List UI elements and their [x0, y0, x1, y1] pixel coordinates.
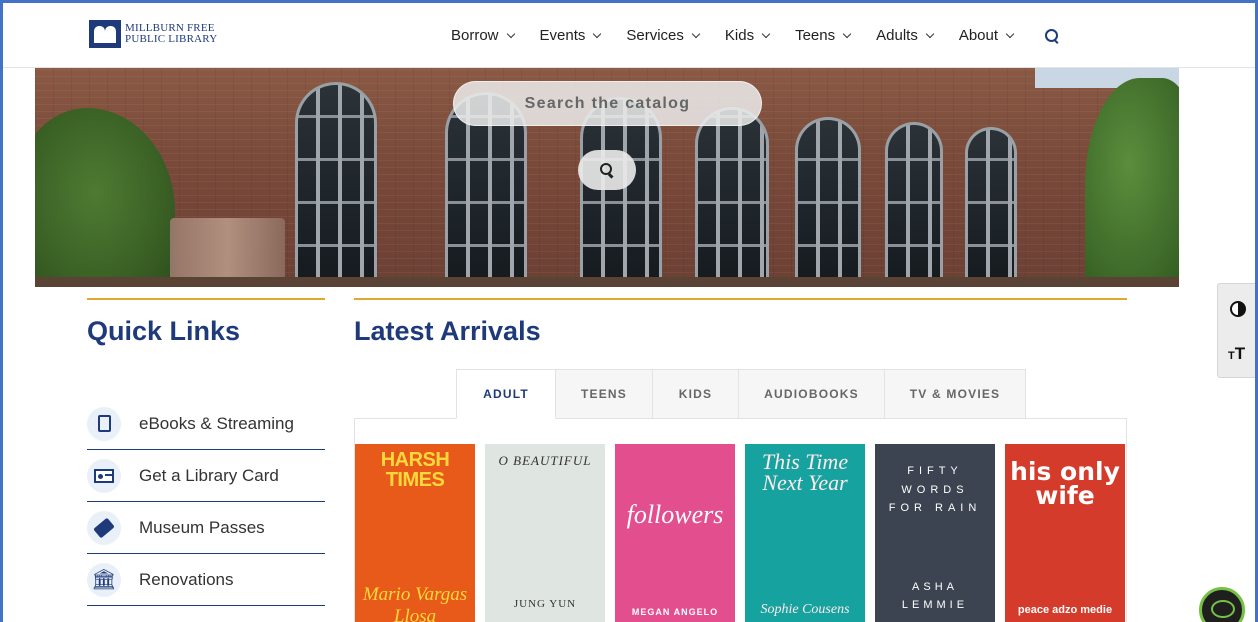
- chevron-down-icon: [691, 29, 701, 38]
- contrast-icon[interactable]: [1230, 301, 1246, 317]
- nav-adults[interactable]: Adults: [876, 27, 935, 44]
- book-cover[interactable]: This Time Next Year Sophie Cousens: [745, 444, 865, 622]
- arched-window: [295, 82, 377, 287]
- nav-borrow[interactable]: Borrow: [451, 27, 515, 44]
- main-nav: Borrow Events Services Kids Teens Adults…: [451, 27, 1059, 44]
- book-title: O BEAUTIFUL: [498, 453, 592, 468]
- nav-about-label: About: [958, 27, 999, 44]
- book-cover[interactable]: followers MEGAN ANGELO: [615, 444, 735, 622]
- text-size-icon[interactable]: TT: [1228, 344, 1245, 364]
- chevron-down-icon: [925, 29, 935, 38]
- logo-line-2: PUBLIC LIBRARY: [125, 33, 218, 45]
- nav-events-label: Events: [539, 27, 586, 44]
- logo-text: MILLBURN FREE PUBLIC LIBRARY: [125, 23, 217, 45]
- book-title: followers: [626, 500, 724, 529]
- quick-link-label: Museum Passes: [139, 517, 265, 537]
- book-cover[interactable]: HARSH TIMES Mario Vargas Llosa: [355, 444, 475, 622]
- book-author: JUNG YUN: [513, 598, 577, 610]
- library-logo[interactable]: MILLBURN FREE PUBLIC LIBRARY: [89, 20, 217, 48]
- nav-services-label: Services: [626, 27, 684, 44]
- nav-borrow-label: Borrow: [451, 27, 499, 44]
- quick-link-label: Get a Library Card: [139, 465, 279, 485]
- book-author: Sophie Cousens: [760, 602, 850, 617]
- book-cover[interactable]: his only wife peace adzo medie: [1005, 444, 1125, 622]
- library-card-icon: [87, 458, 121, 493]
- quick-link-renovations[interactable]: 🏛 Renovations: [87, 554, 325, 606]
- search-icon: [600, 163, 614, 177]
- book-title: This Time Next Year: [761, 449, 849, 495]
- nav-events[interactable]: Events: [539, 27, 602, 44]
- catalog-search-button[interactable]: [578, 150, 636, 190]
- tab-audiobooks[interactable]: AUDIOBOOKS: [739, 369, 885, 419]
- nav-teens[interactable]: Teens: [795, 27, 852, 44]
- chevron-down-icon: [1005, 29, 1015, 38]
- tablet-icon: [87, 406, 121, 441]
- logo-book-icon: [89, 20, 121, 48]
- nav-kids[interactable]: Kids: [724, 27, 771, 44]
- book-title: FIFTY WORDS FOR RAIN: [888, 465, 982, 515]
- nav-kids-label: Kids: [724, 27, 755, 44]
- book-author: peace adzo medie: [1017, 604, 1113, 616]
- chevron-down-icon: [593, 29, 602, 38]
- arrivals-tabs: ADULT TEENS KIDS AUDIOBOOKS TV & MOVIES: [456, 369, 1026, 419]
- catalog-search-input[interactable]: Search the catalog: [453, 81, 762, 126]
- quick-links-list: eBooks & Streaming Get a Library Card Mu…: [87, 398, 325, 606]
- quick-links-title: Quick Links: [87, 316, 241, 346]
- book-carousel: HARSH TIMES Mario Vargas Llosa O BEAUTIF…: [355, 444, 1135, 622]
- book-title: his only wife: [1010, 457, 1120, 510]
- building-icon: 🏛: [87, 562, 121, 597]
- book-author: MEGAN ANGELO: [631, 607, 719, 617]
- quick-link-label: eBooks & Streaming: [139, 413, 294, 433]
- catalog-search-placeholder: Search the catalog: [524, 94, 691, 112]
- book-cover[interactable]: FIFTY WORDS FOR RAIN ASHA LEMMIE: [875, 444, 995, 622]
- quick-link-library-card[interactable]: Get a Library Card: [87, 450, 325, 502]
- nav-adults-label: Adults: [876, 27, 918, 44]
- chevron-down-icon: [761, 29, 771, 38]
- chevron-down-icon: [842, 29, 852, 38]
- search-icon[interactable]: [1045, 28, 1059, 43]
- book-title: HARSH TIMES: [380, 449, 450, 491]
- arched-window: [965, 127, 1017, 287]
- book-author: ASHA LEMMIE: [901, 581, 969, 611]
- tab-tv-movies[interactable]: TV & MOVIES: [885, 369, 1026, 419]
- tab-adult[interactable]: ADULT: [456, 369, 556, 419]
- nav-services[interactable]: Services: [626, 27, 701, 44]
- quick-links-divider: [87, 298, 325, 300]
- book-author: Mario Vargas Llosa: [362, 584, 468, 622]
- arched-window: [695, 107, 769, 287]
- tab-kids[interactable]: KIDS: [653, 369, 739, 419]
- quick-link-ebooks[interactable]: eBooks & Streaming: [87, 398, 325, 450]
- chat-icon[interactable]: [1199, 587, 1245, 622]
- quick-link-label: Renovations: [139, 569, 234, 589]
- nav-teens-label: Teens: [795, 27, 836, 44]
- book-cover[interactable]: O BEAUTIFUL JUNG YUN: [485, 444, 605, 622]
- tab-teens[interactable]: TEENS: [556, 369, 653, 419]
- quick-link-museum-passes[interactable]: Museum Passes: [87, 502, 325, 554]
- arched-window: [795, 117, 861, 287]
- arched-window: [885, 122, 943, 287]
- nav-about[interactable]: About: [958, 27, 1015, 44]
- chevron-down-icon: [506, 29, 515, 38]
- accessibility-toolbar: TT: [1217, 283, 1258, 378]
- latest-arrivals-divider: [354, 298, 1127, 300]
- site-header: MILLBURN FREE PUBLIC LIBRARY Borrow Even…: [3, 3, 1255, 68]
- latest-arrivals-title: Latest Arrivals: [354, 316, 541, 346]
- ground: [35, 277, 1179, 287]
- ticket-icon: [87, 510, 121, 545]
